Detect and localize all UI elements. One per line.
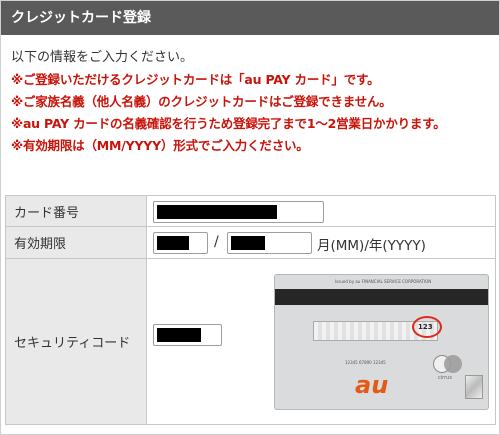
section-title: クレジットカード登録 <box>1 1 499 35</box>
expiry-separator: / <box>214 234 219 250</box>
card-form-table: カード番号 有効期限 / 月(MM)/年(YYYY) セキュリティコード Iss… <box>5 195 496 425</box>
issuer-text: Issued by au FINANCIAL SERVICE CORPORATI… <box>335 279 432 284</box>
cirrus-label: cirrus <box>438 375 452 381</box>
au-logo: au <box>355 371 389 399</box>
mastercard-logo-icon <box>433 355 463 373</box>
redacted-value <box>157 236 189 250</box>
expiry-label: 有効期限 <box>5 226 147 259</box>
warning-text: ※ご登録いただけるクレジットカードは「au PAY カード」です。 <box>11 72 380 87</box>
expiry-month-input[interactable] <box>153 232 208 254</box>
warning-text: ※au PAY カードの名義確認を行うため登録完了まで1～2営業日かかります。 <box>11 116 446 131</box>
instruction-lead: 以下の情報をご入力ください。 <box>11 50 194 65</box>
warning-text: ※ご家族名義（他人名義）のクレジットカードはご登録できません。 <box>11 94 392 109</box>
hologram-icon <box>465 375 483 399</box>
warning-text: ※有効期限は（MM/YYYY）形式でご入力ください。 <box>11 138 309 153</box>
cvv-digits: 123 <box>418 323 433 331</box>
redacted-value <box>157 205 277 219</box>
expiry-row: 有効期限 / 月(MM)/年(YYYY) <box>5 226 496 259</box>
expiry-year-input[interactable] <box>227 232 312 254</box>
card-back-illustration: Issued by au FINANCIAL SERVICE CORPORATI… <box>274 274 489 410</box>
security-code-row: セキュリティコード Issued by au FINANCIAL SERVICE… <box>5 258 496 425</box>
redacted-value <box>157 328 201 342</box>
security-code-input[interactable] <box>153 324 222 346</box>
instructions: 以下の情報をご入力ください。 ※ご登録いただけるクレジットカードは「au PAY… <box>11 47 496 157</box>
security-code-label: セキュリティコード <box>5 258 147 425</box>
card-number-label: カード番号 <box>5 195 147 227</box>
card-number-input[interactable] <box>153 201 324 223</box>
magnetic-stripe <box>275 289 488 305</box>
card-number-row: カード番号 <box>5 195 496 227</box>
redacted-value <box>231 236 265 250</box>
expiry-format-hint: 月(MM)/年(YYYY) <box>317 238 426 254</box>
card-number-fragment: 12345 67890 12345 <box>345 360 386 365</box>
credit-card-registration-panel: クレジットカード登録 以下の情報をご入力ください。 ※ご登録いただけるクレジット… <box>0 0 500 435</box>
